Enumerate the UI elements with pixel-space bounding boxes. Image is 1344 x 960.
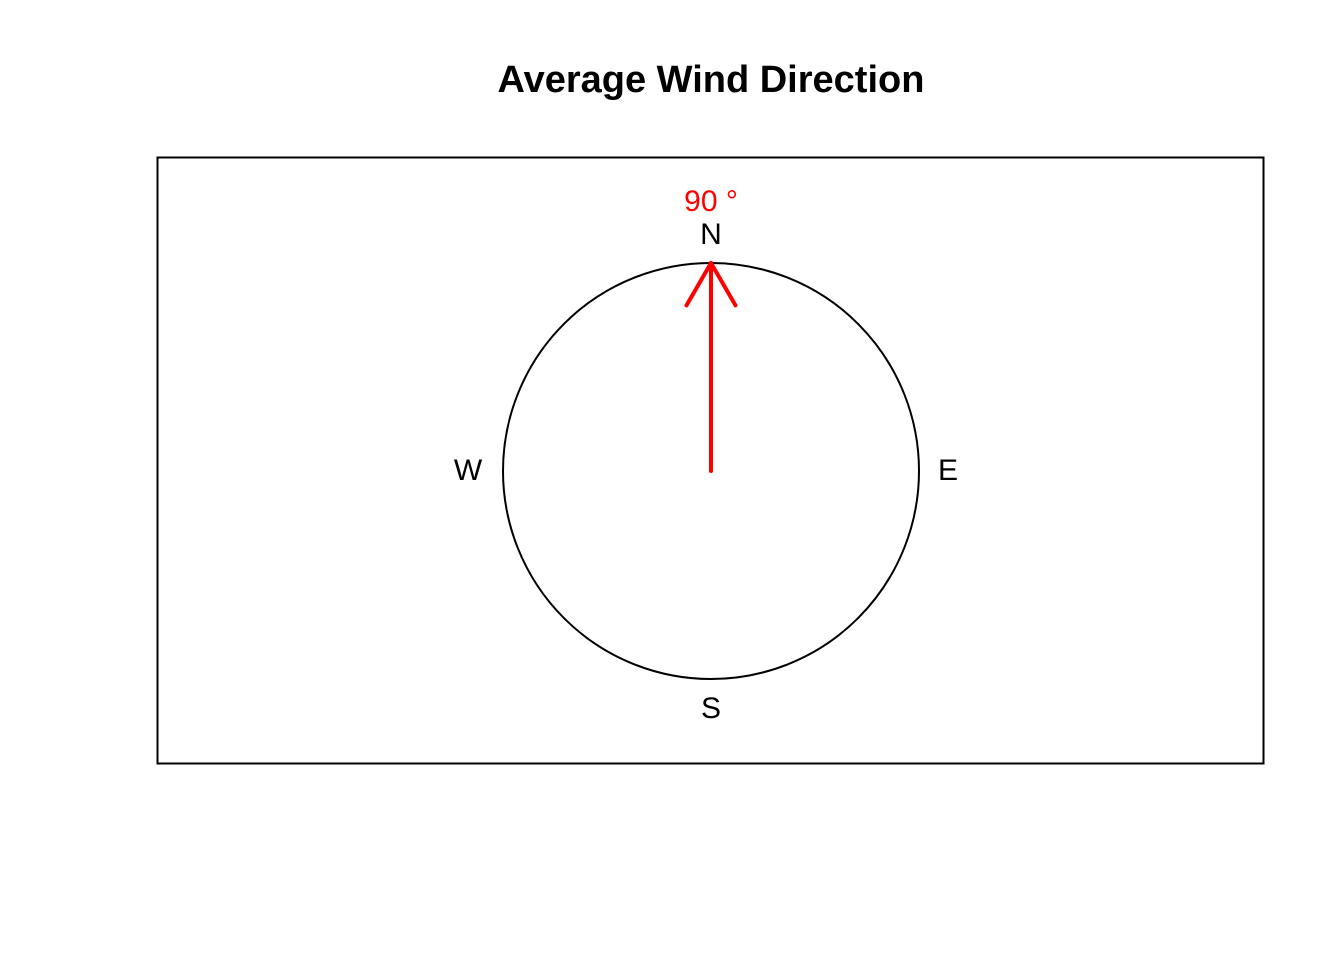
east-label: E	[938, 454, 958, 487]
wind-compass-chart: Average Wind Direction N S E W 90 °	[156, 59, 1265, 765]
arrow-head-right	[709, 261, 738, 308]
chart-title: Average Wind Direction	[498, 59, 925, 101]
west-label: W	[454, 454, 483, 487]
wind-direction-arrow	[684, 261, 738, 473]
south-label: S	[701, 692, 721, 725]
arrow-head-left	[684, 261, 713, 308]
wind-angle-label: 90 °	[684, 185, 738, 218]
north-label: N	[700, 218, 722, 251]
